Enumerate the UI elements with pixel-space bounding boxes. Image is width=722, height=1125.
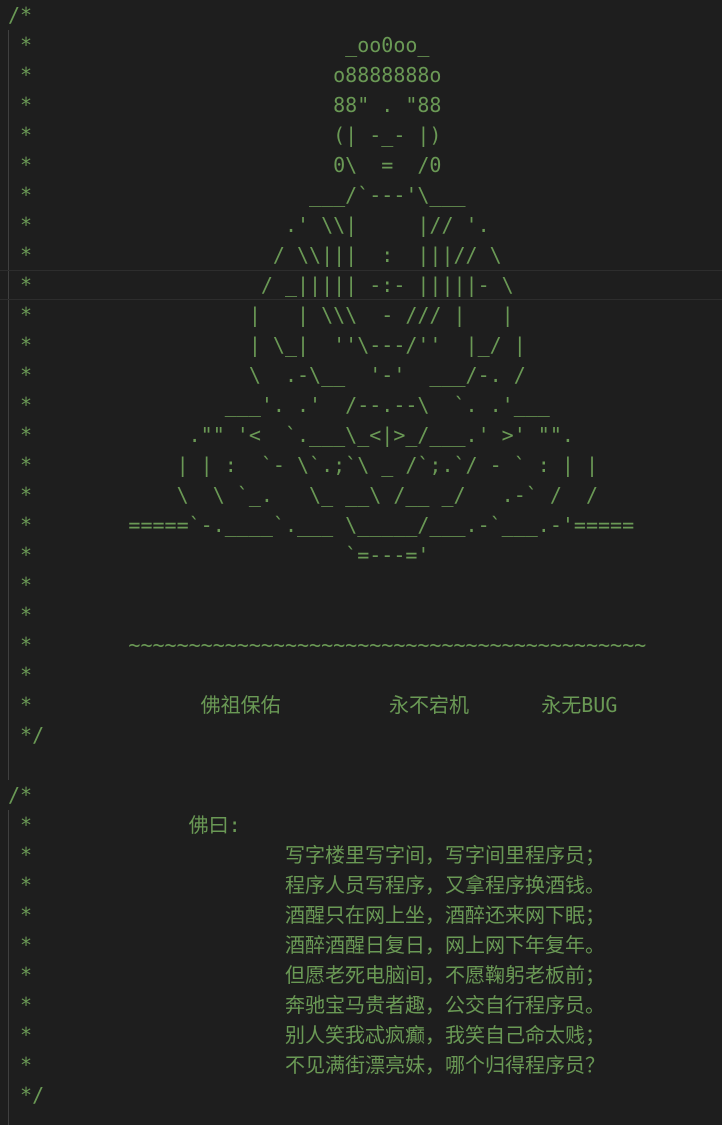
code-line[interactable]: * 酒醒只在网上坐，酒醉还来网下眠； <box>0 900 722 930</box>
code-line[interactable]: * 酒醉酒醒日复日，网上网下年复年。 <box>0 930 722 960</box>
code-line[interactable]: * / \\||| : |||// \ <box>0 240 722 270</box>
code-line[interactable]: * _oo0oo_ <box>0 30 722 60</box>
code-line[interactable]: * / _||||| -:- |||||- \ <box>0 270 722 300</box>
code-line[interactable]: * 佛祖保佑 永不宕机 永无BUG <box>0 690 722 720</box>
code-line[interactable]: * \ \ `_. \_ __\ /__ _/ .-` / / <box>0 480 722 510</box>
code-line[interactable]: */ <box>0 720 722 750</box>
code-line[interactable]: * | \_| ''\---/'' |_/ | <box>0 330 722 360</box>
code-line[interactable]: */ <box>0 1080 722 1110</box>
code-line[interactable]: * ___'. .' /--.--\ `. .'___ <box>0 390 722 420</box>
code-line[interactable]: * 别人笑我忒疯癫，我笑自己命太贱； <box>0 1020 722 1050</box>
code-line[interactable]: /* <box>0 0 722 30</box>
code-line[interactable] <box>0 750 722 780</box>
code-line[interactable]: * <box>0 570 722 600</box>
code-line[interactable]: * 程序人员写程序，又拿程序换酒钱。 <box>0 870 722 900</box>
code-line[interactable]: * o8888888o <box>0 60 722 90</box>
code-line[interactable]: * (| -_- |) <box>0 120 722 150</box>
code-line[interactable]: * <box>0 600 722 630</box>
code-line[interactable]: * `=---=' <box>0 540 722 570</box>
code-line[interactable]: /* <box>0 780 722 810</box>
code-line[interactable]: * \ .-\__ '-' ___/-. / <box>0 360 722 390</box>
code-line[interactable]: * 但愿老死电脑间，不愿鞠躬老板前； <box>0 960 722 990</box>
code-line[interactable]: * 0\ = /0 <box>0 150 722 180</box>
code-line[interactable]: * 88" . "88 <box>0 90 722 120</box>
code-line[interactable]: * 不见满街漂亮妹，哪个归得程序员？ <box>0 1050 722 1080</box>
code-editor[interactable]: /* * _oo0oo_ * o8888888o * 88" . "88 * (… <box>0 0 722 1125</box>
code-line[interactable]: * <box>0 660 722 690</box>
code-line[interactable]: * ___/`---'\___ <box>0 180 722 210</box>
code-line[interactable]: * .' \\| |// '. <box>0 210 722 240</box>
code-line[interactable]: * | | : `- \`.;`\ _ /`;.`/ - ` : | | <box>0 450 722 480</box>
code-line[interactable]: * =====`-.____`.___ \_____/___.-`___.-'=… <box>0 510 722 540</box>
code-line[interactable]: * 佛曰: <box>0 810 722 840</box>
code-line[interactable]: * ."" '< `.___\_<|>_/___.' >' "". <box>0 420 722 450</box>
code-line[interactable]: * ~~~~~~~~~~~~~~~~~~~~~~~~~~~~~~~~~~~~~~… <box>0 630 722 660</box>
code-line[interactable]: * 写字楼里写字间，写字间里程序员； <box>0 840 722 870</box>
code-line[interactable]: * | | \\\ - /// | | <box>0 300 722 330</box>
code-line[interactable]: * 奔驰宝马贵者趣，公交自行程序员。 <box>0 990 722 1020</box>
